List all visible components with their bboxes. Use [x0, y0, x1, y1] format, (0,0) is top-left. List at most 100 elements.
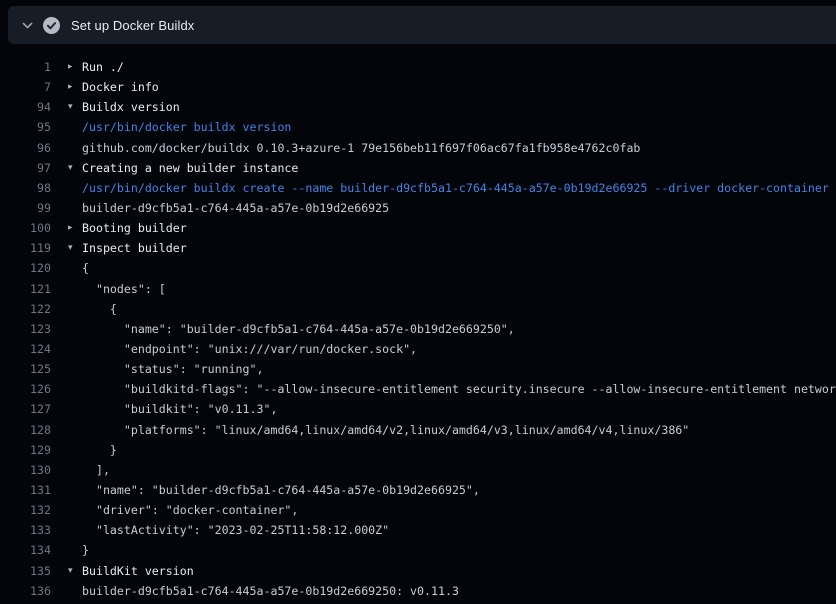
- line-number[interactable]: 96: [0, 138, 51, 158]
- line-text: "buildkitd-flags": "--allow-insecure-ent…: [82, 379, 836, 399]
- line-text: {: [82, 299, 117, 319]
- log-line[interactable]: 100 ▶Booting builder: [0, 218, 836, 238]
- log-line: 96 github.com/docker/buildx 0.10.3+azure…: [0, 138, 836, 158]
- collapse-step-button[interactable]: [16, 14, 38, 36]
- log-line[interactable]: 97 ▼Creating a new builder instance: [0, 158, 836, 178]
- log-line: 131 "name": "builder-d9cfb5a1-c764-445a-…: [0, 480, 836, 500]
- log-line[interactable]: 7 ▶Docker info: [0, 77, 836, 97]
- line-text: }: [82, 440, 117, 460]
- line-content: "lastActivity": "2023-02-25T11:58:12.000…: [51, 520, 389, 540]
- line-content: {: [51, 299, 117, 319]
- log-line[interactable]: 1 ▶Run ./: [0, 57, 836, 77]
- line-text: "driver": "docker-container",: [82, 500, 298, 520]
- line-number[interactable]: 122: [0, 299, 51, 319]
- line-number[interactable]: 98: [0, 178, 51, 198]
- triangle-down-icon: ▼: [68, 238, 82, 258]
- line-number[interactable]: 136: [0, 581, 51, 601]
- line-content: ▼BuildKit version: [51, 561, 194, 581]
- line-text: {: [82, 258, 89, 278]
- line-number[interactable]: 121: [0, 279, 51, 299]
- line-number[interactable]: 133: [0, 520, 51, 540]
- log-line: 128 "platforms": "linux/amd64,linux/amd6…: [0, 420, 836, 440]
- line-content: "buildkitd-flags": "--allow-insecure-ent…: [51, 379, 836, 399]
- log-line[interactable]: 135 ▼BuildKit version: [0, 561, 836, 581]
- line-content: "status": "running",: [51, 359, 263, 379]
- line-content: builder-d9cfb5a1-c764-445a-a57e-0b19d2e6…: [51, 198, 389, 218]
- line-content: ▶Booting builder: [51, 218, 187, 238]
- step-status-check-icon: [43, 17, 60, 34]
- line-number[interactable]: 131: [0, 480, 51, 500]
- line-number[interactable]: 126: [0, 379, 51, 399]
- line-content: "endpoint": "unix:///var/run/docker.sock…: [51, 339, 417, 359]
- line-number[interactable]: 128: [0, 420, 51, 440]
- chevron-down-icon: [21, 19, 34, 32]
- line-text: Booting builder: [82, 218, 187, 238]
- log-line: 120 {: [0, 258, 836, 278]
- line-number[interactable]: 99: [0, 198, 51, 218]
- line-text: "name": "builder-d9cfb5a1-c764-445a-a57e…: [82, 480, 480, 500]
- line-content: {: [51, 258, 89, 278]
- line-text: ],: [82, 460, 110, 480]
- line-number[interactable]: 100: [0, 218, 51, 238]
- log-line: 129 }: [0, 440, 836, 460]
- log-line: 99 builder-d9cfb5a1-c764-445a-a57e-0b19d…: [0, 198, 836, 218]
- log-line: 125 "status": "running",: [0, 359, 836, 379]
- log-line: 136 builder-d9cfb5a1-c764-445a-a57e-0b19…: [0, 581, 836, 601]
- line-text: BuildKit version: [82, 561, 194, 581]
- line-content: "buildkit": "v0.11.3",: [51, 399, 277, 419]
- line-number[interactable]: 124: [0, 339, 51, 359]
- line-text: "lastActivity": "2023-02-25T11:58:12.000…: [82, 520, 389, 540]
- line-number[interactable]: 127: [0, 399, 51, 419]
- line-content: ▶Docker info: [51, 77, 159, 97]
- step-title: Set up Docker Buildx: [71, 18, 194, 33]
- line-content: "platforms": "linux/amd64,linux/amd64/v2…: [51, 420, 689, 440]
- line-number[interactable]: 95: [0, 117, 51, 137]
- line-number[interactable]: 130: [0, 460, 51, 480]
- line-number[interactable]: 7: [0, 77, 51, 97]
- line-number[interactable]: 134: [0, 540, 51, 560]
- line-number[interactable]: 119: [0, 238, 51, 258]
- line-content: }: [51, 440, 117, 460]
- log-line: 95 /usr/bin/docker buildx version: [0, 117, 836, 137]
- triangle-down-icon: ▼: [68, 561, 82, 581]
- log-line: 127 "buildkit": "v0.11.3",: [0, 399, 836, 419]
- line-text: github.com/docker/buildx 0.10.3+azure-1 …: [82, 138, 640, 158]
- line-text: Creating a new builder instance: [82, 158, 298, 178]
- triangle-right-icon: ▶: [68, 77, 82, 97]
- triangle-down-icon: ▼: [68, 97, 82, 117]
- line-number[interactable]: 129: [0, 440, 51, 460]
- line-text: builder-d9cfb5a1-c764-445a-a57e-0b19d2e6…: [82, 581, 459, 601]
- log-line: 133 "lastActivity": "2023-02-25T11:58:12…: [0, 520, 836, 540]
- line-text: "status": "running",: [82, 359, 263, 379]
- line-content: "name": "builder-d9cfb5a1-c764-445a-a57e…: [51, 319, 515, 339]
- log-line: 122 {: [0, 299, 836, 319]
- line-text: "buildkit": "v0.11.3",: [82, 399, 277, 419]
- line-number[interactable]: 97: [0, 158, 51, 178]
- line-number[interactable]: 125: [0, 359, 51, 379]
- step-header[interactable]: Set up Docker Buildx: [8, 6, 836, 44]
- line-text: "name": "builder-d9cfb5a1-c764-445a-a57e…: [82, 319, 515, 339]
- log-line: 123 "name": "builder-d9cfb5a1-c764-445a-…: [0, 319, 836, 339]
- line-number[interactable]: 120: [0, 258, 51, 278]
- line-number[interactable]: 132: [0, 500, 51, 520]
- log-line[interactable]: 94 ▼Buildx version: [0, 97, 836, 117]
- log-lines: 1 ▶Run ./ 7 ▶Docker info 94 ▼Buildx vers…: [0, 57, 836, 601]
- line-number[interactable]: 1: [0, 57, 51, 77]
- log-line[interactable]: 119 ▼Inspect builder: [0, 238, 836, 258]
- line-content: github.com/docker/buildx 0.10.3+azure-1 …: [51, 138, 640, 158]
- line-text: /usr/bin/docker buildx create --name bui…: [82, 178, 829, 198]
- line-number[interactable]: 123: [0, 319, 51, 339]
- line-content: "driver": "docker-container",: [51, 500, 298, 520]
- log-line: 134 }: [0, 540, 836, 560]
- triangle-right-icon: ▶: [68, 218, 82, 238]
- line-text: /usr/bin/docker buildx version: [82, 117, 291, 137]
- line-number[interactable]: 94: [0, 97, 51, 117]
- line-text: Run ./: [82, 57, 124, 77]
- line-content: ▼Inspect builder: [51, 238, 187, 258]
- log-line: 132 "driver": "docker-container",: [0, 500, 836, 520]
- line-number[interactable]: 135: [0, 561, 51, 581]
- line-text: "nodes": [: [82, 279, 166, 299]
- line-content: /usr/bin/docker buildx create --name bui…: [51, 178, 829, 198]
- log-line: 126 "buildkitd-flags": "--allow-insecure…: [0, 379, 836, 399]
- line-content: ▶Run ./: [51, 57, 124, 77]
